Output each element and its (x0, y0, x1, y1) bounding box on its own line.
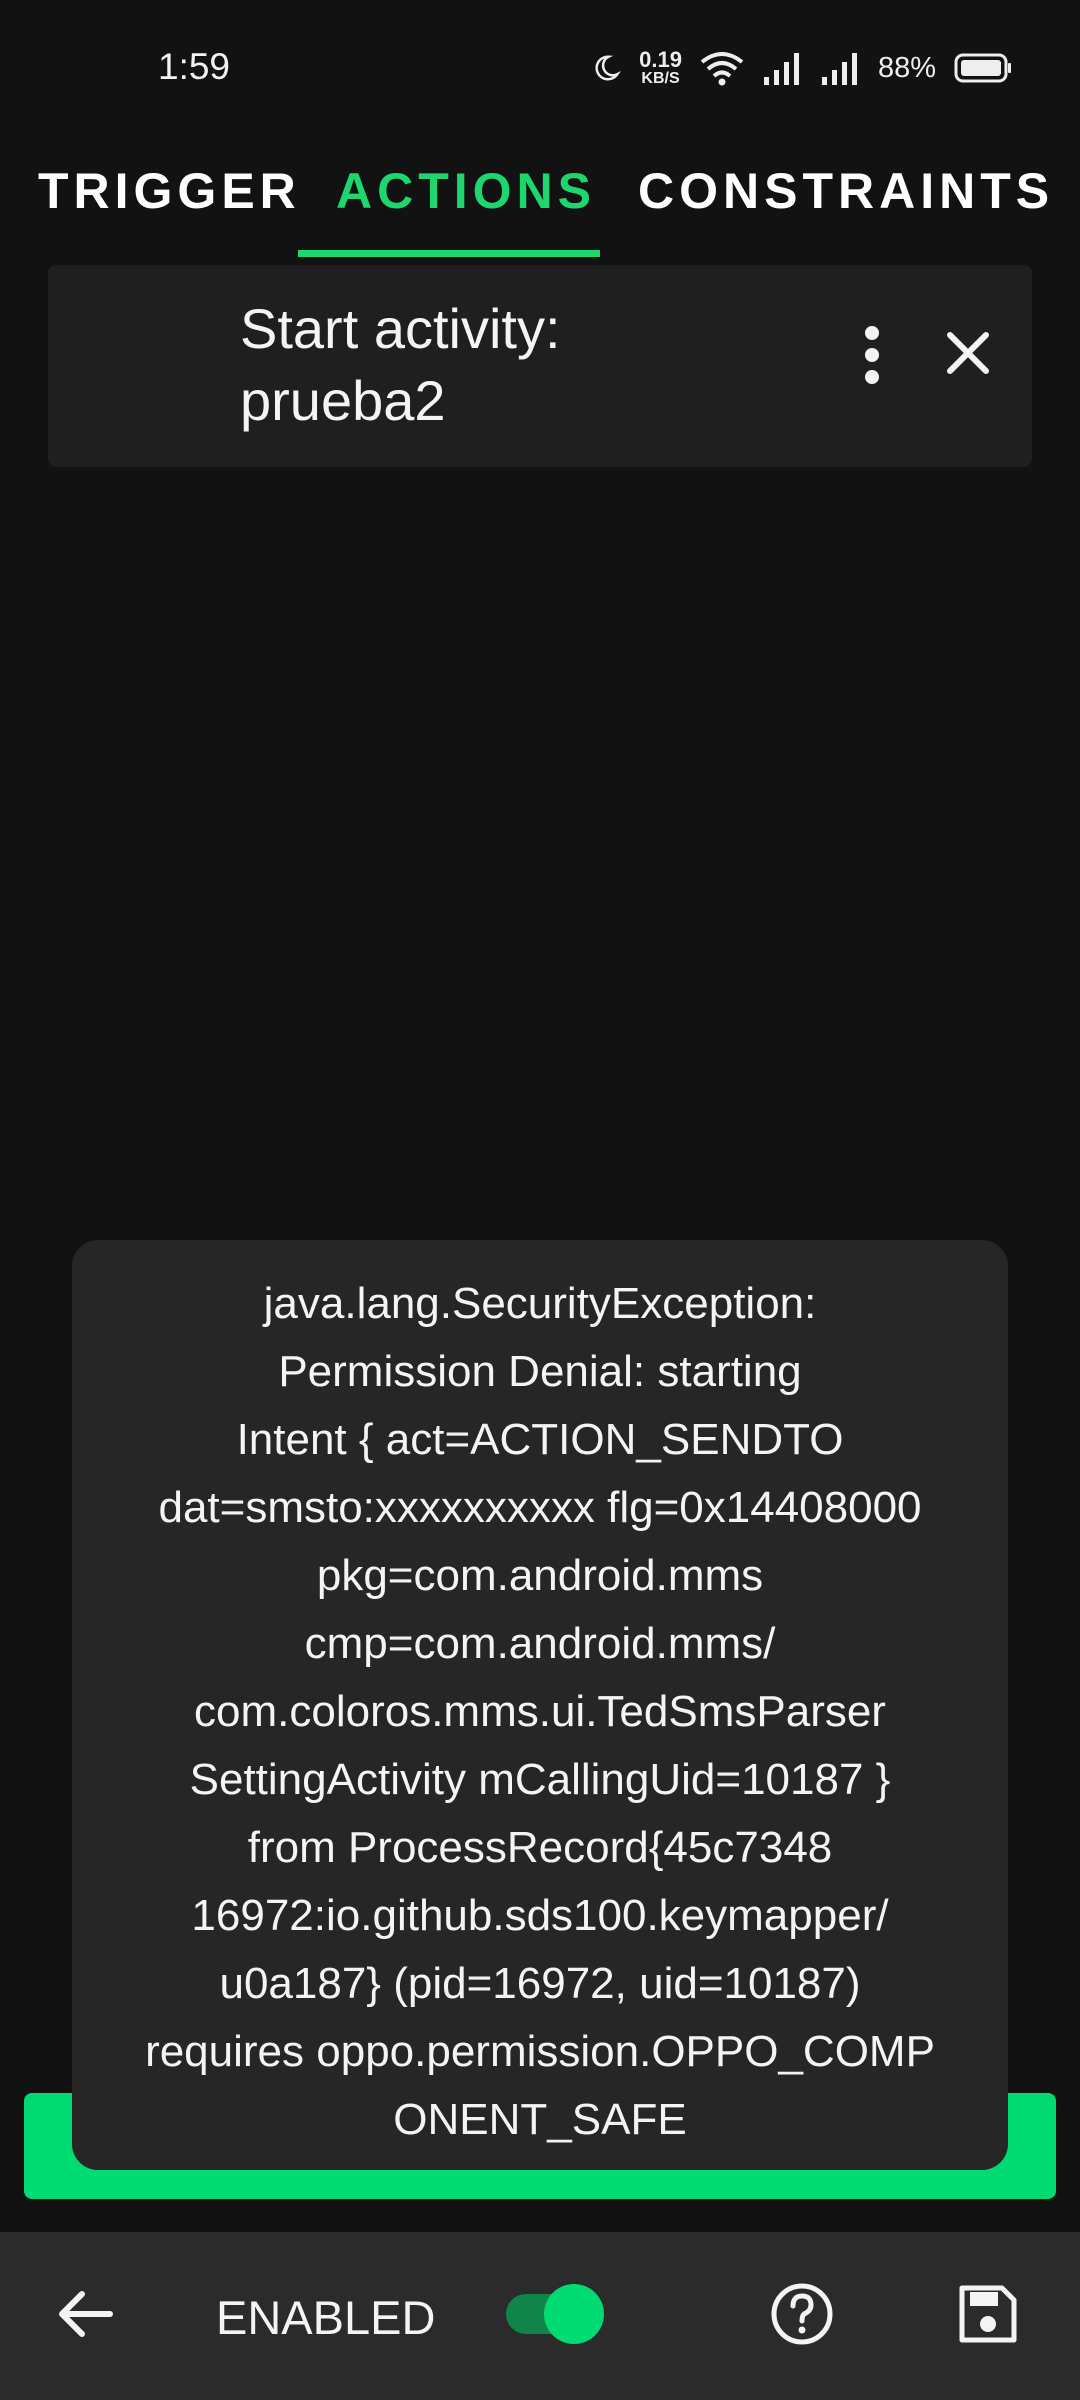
remove-action-button[interactable] (928, 313, 1008, 393)
arrow-back-icon (59, 2291, 113, 2337)
battery-percent: 88% (877, 51, 936, 84)
moon-icon (591, 53, 622, 83)
action-title: Start activity: prueba2 (240, 297, 561, 432)
tab-bar: TRIGGER ACTIONS CONSTRAINTS (0, 140, 1080, 260)
wifi-icon (700, 50, 744, 86)
enabled-switch[interactable] (506, 2284, 604, 2344)
active-tab-indicator (298, 250, 600, 257)
status-icons: 0.19 KB/S 88% (591, 46, 1012, 90)
tab-constraints[interactable]: CONSTRAINTS (638, 162, 1054, 220)
tab-trigger[interactable]: TRIGGER (38, 162, 301, 220)
enabled-label: ENABLED (216, 2291, 436, 2344)
net-speed-unit: KB/S (641, 70, 680, 87)
net-speed-value: 0.19 (639, 47, 682, 72)
action-card[interactable]: Start activity: prueba2 (48, 265, 1032, 467)
signal-icon-sim2 (820, 51, 860, 85)
save-button[interactable] (948, 2274, 1028, 2354)
close-icon (947, 332, 989, 374)
help-button[interactable] (762, 2274, 842, 2354)
error-toast: java.lang.SecurityException: Permission … (72, 1240, 1008, 2170)
more-vert-icon (865, 326, 879, 384)
save-icon (959, 2285, 1017, 2343)
help-icon (771, 2283, 833, 2345)
more-options-button[interactable] (838, 315, 906, 395)
bottom-app-bar: ENABLED (0, 2232, 1080, 2400)
signal-icon-sim1 (762, 51, 802, 85)
tab-actions[interactable]: ACTIONS (336, 162, 596, 220)
app-screen: 1:59 0.19 KB/S 88% TRIGGER ACTIONS CONST… (0, 0, 1080, 2400)
back-button[interactable] (46, 2274, 126, 2354)
net-speed: 0.19 KB/S (639, 49, 682, 87)
status-bar: 1:59 0.19 KB/S 88% (0, 0, 1080, 130)
battery-icon (954, 53, 1012, 83)
status-time: 1:59 (158, 46, 231, 87)
switch-thumb (544, 2284, 604, 2344)
